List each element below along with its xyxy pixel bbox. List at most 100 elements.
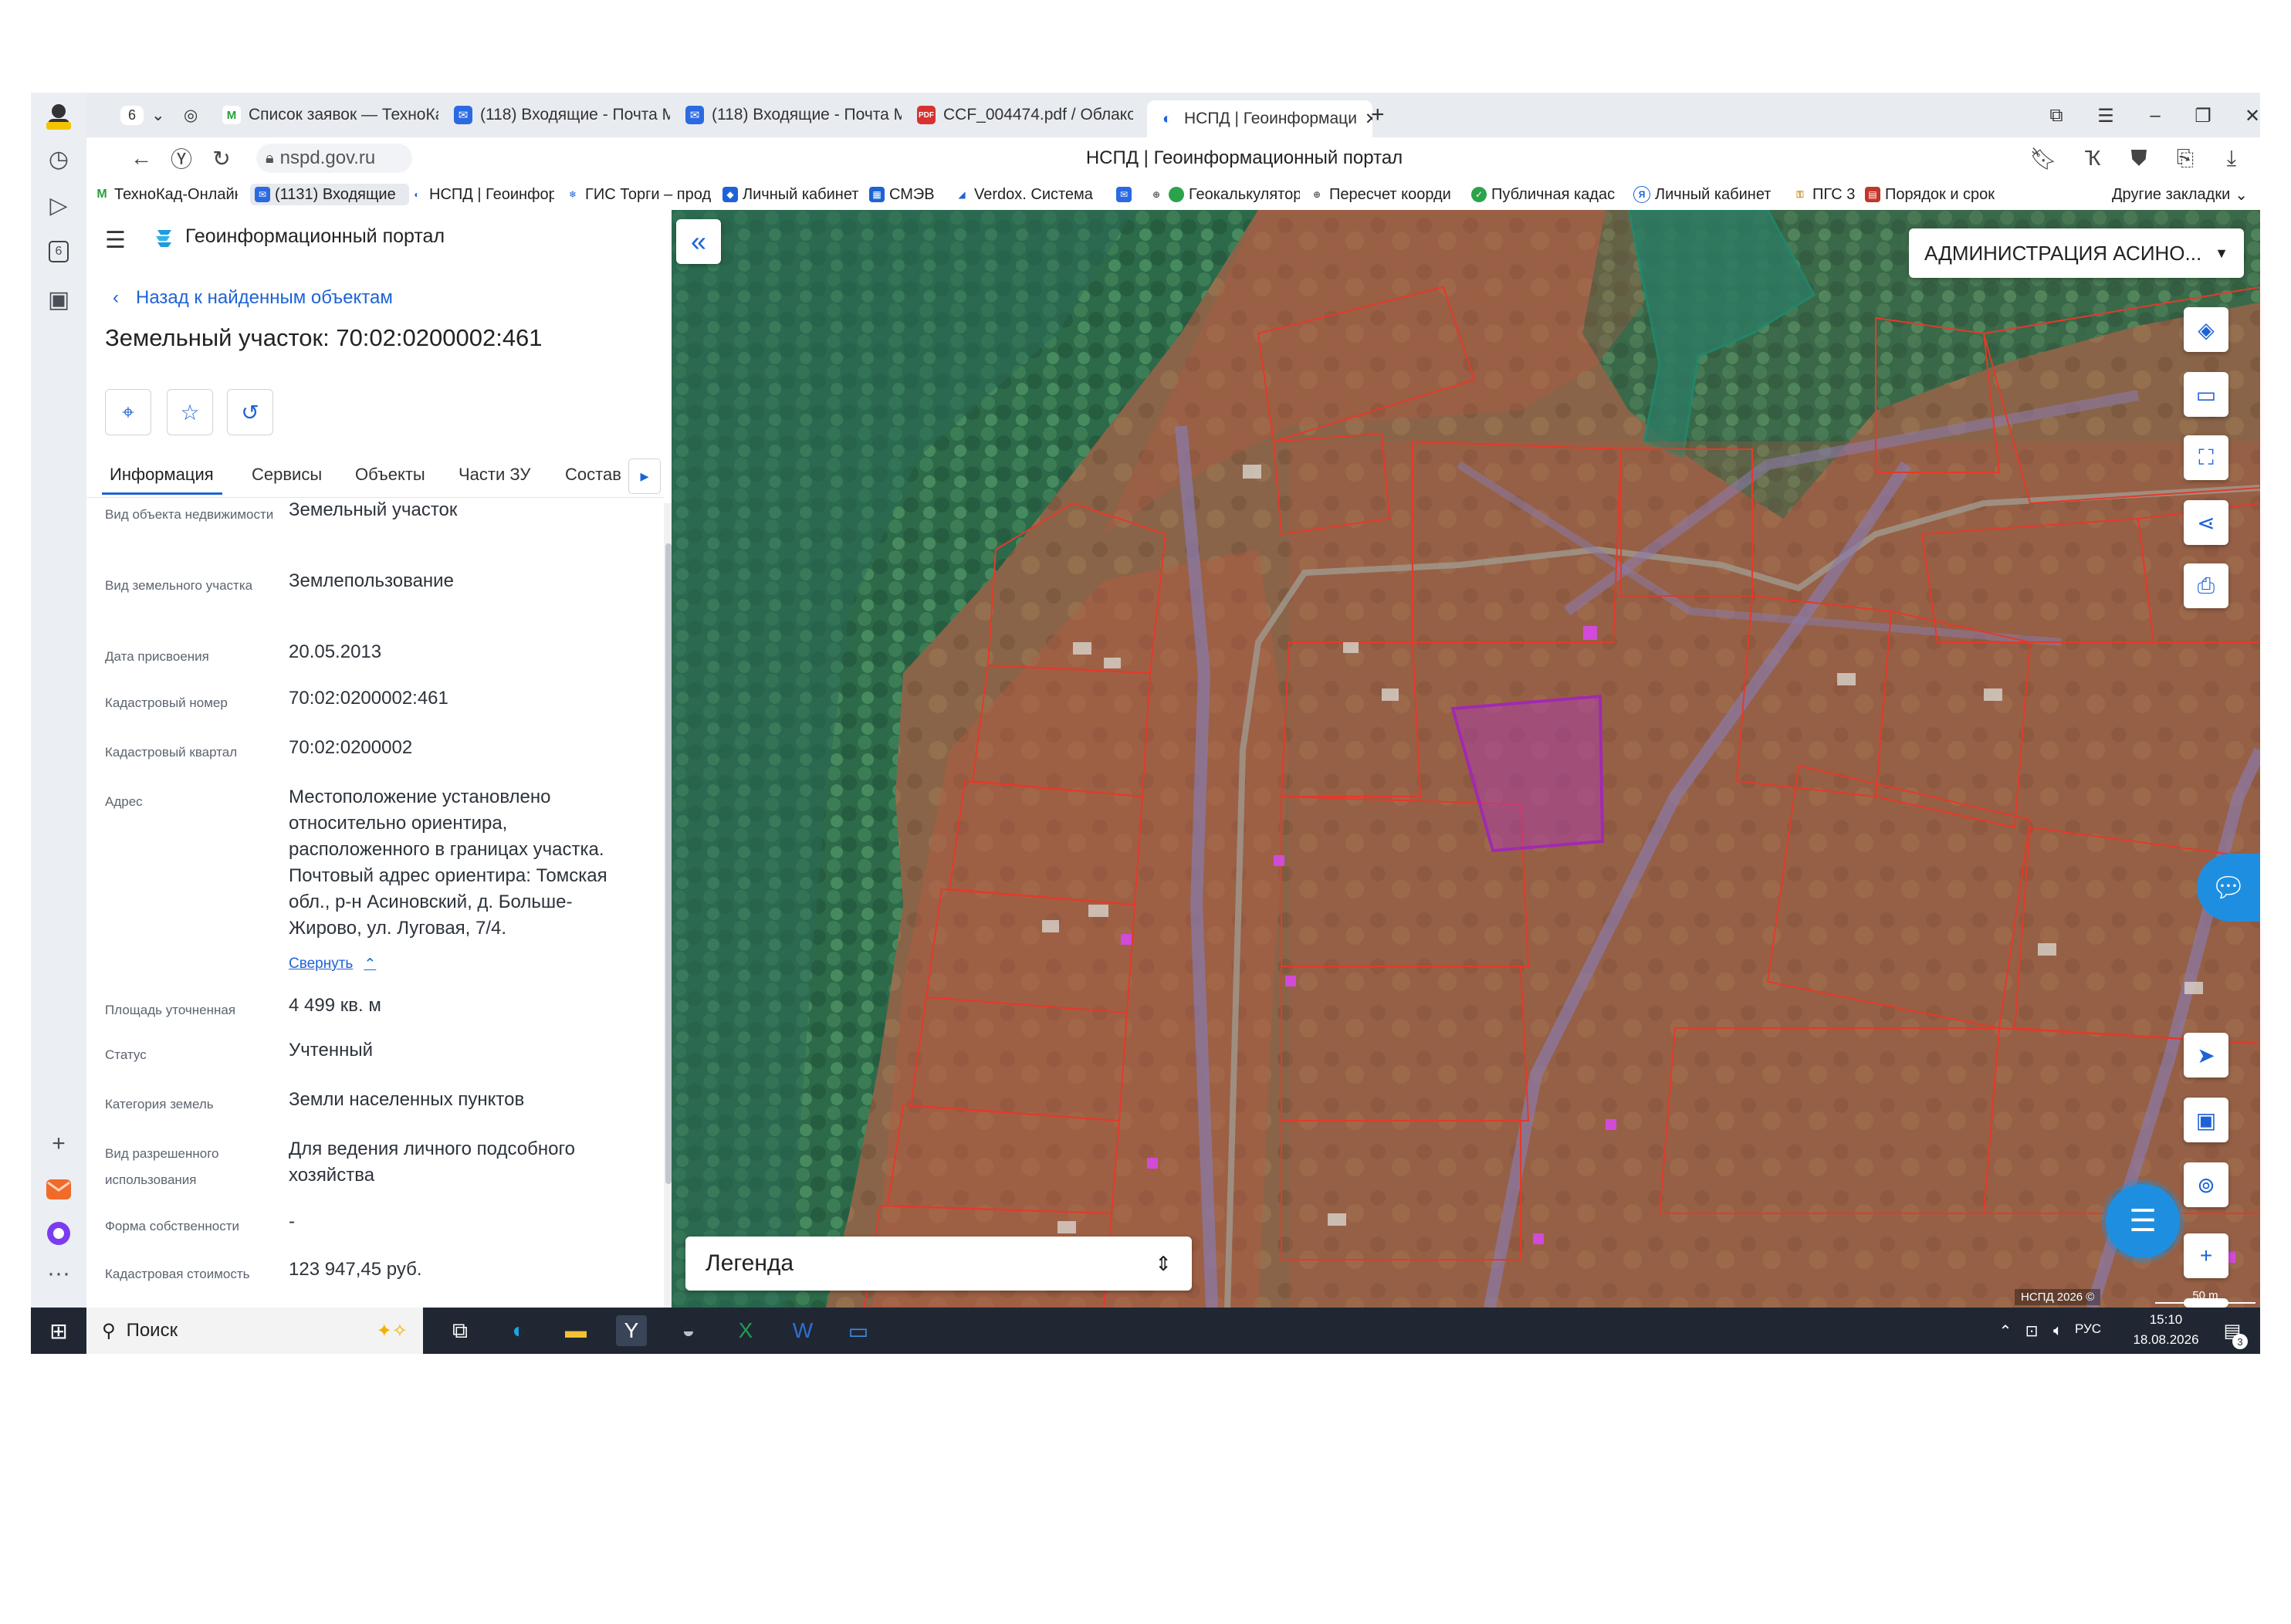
bookmark-item[interactable]: ✓ Публичная кадас bbox=[1471, 184, 1623, 205]
bookmark-item[interactable]: Я Личный кабинет bbox=[1633, 184, 1785, 205]
word-icon[interactable]: W bbox=[787, 1315, 818, 1346]
collapse-panel-button[interactable]: « bbox=[676, 219, 721, 264]
language-indicator[interactable]: РУС bbox=[2075, 1321, 2101, 1337]
downloads-icon[interactable]: ⤓ bbox=[2217, 144, 2246, 173]
locate-button[interactable]: ➤ bbox=[2184, 1033, 2228, 1078]
tab-mail-1[interactable]: ✉ (118) Входящие - Почта М bbox=[454, 99, 670, 131]
legend-panel[interactable]: Легенда ⇕ bbox=[685, 1237, 1192, 1291]
tab-information[interactable]: Информация bbox=[110, 465, 214, 485]
bookmark-item[interactable]: ⊕ Геокалькулятор bbox=[1149, 184, 1300, 205]
yandex-icon[interactable]: Ⓨ bbox=[167, 144, 196, 173]
select-area-icon: ⛶ bbox=[2198, 445, 2214, 469]
tab-services[interactable]: Сервисы bbox=[252, 465, 322, 485]
close-window-icon[interactable]: ✕ bbox=[2237, 100, 2260, 131]
app-window-icon[interactable]: ▭ bbox=[843, 1315, 874, 1346]
back-to-results-link[interactable]: ‹ Назад к найденным объектам bbox=[113, 287, 393, 309]
select-area-button[interactable]: ⛶ bbox=[2184, 435, 2228, 480]
shield-icon[interactable]: ◎ bbox=[184, 99, 207, 131]
back-icon[interactable]: ← bbox=[127, 144, 156, 173]
reload-icon[interactable]: ↻ bbox=[207, 144, 236, 173]
explorer-icon[interactable]: ▬ bbox=[560, 1315, 591, 1346]
tab-group-counter[interactable]: 6 ⌄ bbox=[120, 99, 165, 131]
favorite-button[interactable]: ☆ bbox=[167, 389, 213, 435]
mail-icon: ✉ bbox=[1116, 187, 1132, 202]
clock-time[interactable]: 15:10 bbox=[2127, 1312, 2205, 1328]
minimap-button[interactable]: ▣ bbox=[2184, 1098, 2228, 1142]
more-icon[interactable]: ··· bbox=[42, 1257, 76, 1291]
taskbar-search[interactable]: ⚲ Поиск ✦✧ bbox=[86, 1308, 423, 1354]
tabs-scroll-right-button[interactable]: ▸ bbox=[628, 458, 661, 494]
extension-doc-icon[interactable]: ⎘ bbox=[2171, 144, 2200, 173]
row-label: Категория земель bbox=[105, 1097, 214, 1111]
edge-icon[interactable]: ◐ bbox=[503, 1315, 534, 1346]
tab-technokad[interactable]: M Список заявок — ТехноКа bbox=[222, 99, 438, 131]
bookmark-item[interactable]: ❄ ГИС Торги – прод bbox=[565, 184, 712, 205]
screenshot-icon[interactable]: ▣ bbox=[42, 283, 76, 316]
restore-icon[interactable]: ❐ bbox=[2188, 100, 2218, 131]
bookmark-item[interactable]: ◐ НСПД | Геоинфор bbox=[409, 184, 554, 205]
history-button[interactable]: ↺ bbox=[227, 389, 273, 435]
bookmark-item[interactable]: ▤ Порядок и срок bbox=[1865, 184, 2008, 205]
excel-icon[interactable]: X bbox=[730, 1315, 761, 1346]
play-icon[interactable]: ▷ bbox=[42, 188, 76, 222]
bookmark-item[interactable]: M ТехноКад-Онлайн bbox=[94, 184, 238, 205]
bookmark-panel-icon[interactable]: ⧉ bbox=[2041, 100, 2072, 131]
task-view-icon[interactable]: ⧉ bbox=[445, 1315, 475, 1346]
page-title: НСПД | Геоинформационный портал bbox=[1085, 147, 1403, 168]
extension-shield-icon[interactable]: ⛊ bbox=[2124, 144, 2154, 173]
share-button[interactable]: ⋖ bbox=[2184, 500, 2228, 545]
chevron-down-icon: ⌄ bbox=[151, 106, 165, 124]
geo-search-button[interactable]: ⊚ bbox=[2184, 1162, 2228, 1207]
bookmark-label: Геокалькулятор bbox=[1189, 185, 1300, 203]
row-label: Статус bbox=[105, 1047, 147, 1062]
print-button[interactable]: ⎙ bbox=[2184, 563, 2228, 608]
tab-composition[interactable]: Состав bbox=[565, 465, 621, 485]
bookmark-item[interactable]: ▦ СМЭВ bbox=[869, 184, 946, 205]
url-field[interactable]: 🔒︎ nspd.gov.ru bbox=[256, 144, 412, 173]
admin-select[interactable]: АДМИНИСТРАЦИЯ АСИНО... ▼ bbox=[1909, 228, 2244, 278]
bookmark-icon[interactable]: 🔖︎ bbox=[2029, 144, 2058, 173]
bookmark-item[interactable]: ⚿ ПГС 3 bbox=[1792, 184, 1859, 205]
tab-nspd[interactable]: ◐ НСПД | Геоинформаци ✕ bbox=[1147, 100, 1372, 137]
tab-pdf[interactable]: PDF CCF_004474.pdf / Облако bbox=[917, 99, 1133, 131]
minimize-icon[interactable]: – bbox=[2140, 100, 2171, 131]
satellite-map[interactable] bbox=[672, 210, 2260, 1308]
tab-parts[interactable]: Части ЗУ bbox=[459, 465, 530, 485]
verdox-icon: ◢ bbox=[954, 187, 970, 202]
ruler-button[interactable]: ▭ bbox=[2184, 372, 2228, 417]
map-view[interactable]: « АДМИНИСТРАЦИЯ АСИНО... ▼ ◈ ▭ ⛶ ⋖ ⎙ 💬︎ … bbox=[672, 210, 2260, 1308]
key-icon: ⚿ bbox=[1792, 187, 1808, 202]
bookmark-item[interactable]: ✉ (1131) Входящие bbox=[250, 184, 409, 205]
tab-label: CCF_004474.pdf / Облако bbox=[943, 106, 1133, 123]
yandex-browser-icon[interactable]: Y bbox=[616, 1315, 647, 1346]
add-panel-icon[interactable]: + bbox=[42, 1127, 76, 1161]
extension-k-icon[interactable]: Ҡ bbox=[2078, 144, 2107, 173]
app-disk-icon[interactable]: ◒ bbox=[673, 1315, 704, 1346]
tabs-counter-icon[interactable]: 6 bbox=[42, 235, 76, 269]
other-bookmarks[interactable]: Другие закладки ⌄ bbox=[2112, 184, 2255, 205]
volume-icon[interactable]: 🔈︎ bbox=[2042, 1315, 2073, 1346]
menu-icon[interactable]: ☰ bbox=[2090, 100, 2121, 131]
bookmark-item[interactable]: ⊕ Пересчет коорди bbox=[1309, 184, 1460, 205]
new-tab-button[interactable]: + bbox=[1371, 99, 1402, 131]
tab-objects[interactable]: Объекты bbox=[355, 465, 425, 485]
bookmark-item[interactable]: ◆ Личный кабинет bbox=[722, 184, 861, 205]
profile-icon[interactable] bbox=[42, 99, 76, 133]
help-chat-tab[interactable]: 💬︎ bbox=[2197, 854, 2260, 922]
collapse-link[interactable]: Свернуть ⌃ bbox=[289, 956, 376, 973]
bookmark-item[interactable]: ✉ bbox=[1116, 184, 1139, 205]
panel-scrollbar-thumb[interactable] bbox=[665, 543, 672, 1184]
row-value: 4 499 кв. м bbox=[289, 995, 381, 1016]
layers-button[interactable]: ◈ bbox=[2184, 307, 2228, 352]
history-icon[interactable]: ◷ bbox=[42, 142, 76, 176]
chat-fab[interactable]: ☰ bbox=[2106, 1184, 2180, 1258]
mail-app-icon[interactable] bbox=[42, 1172, 76, 1206]
hamburger-menu-icon[interactable]: ☰ bbox=[105, 227, 126, 254]
search-on-map-button[interactable]: ⌖ bbox=[105, 389, 151, 435]
alice-icon[interactable] bbox=[42, 1216, 76, 1250]
clock-date[interactable]: 18.08.2026 bbox=[2127, 1332, 2205, 1348]
zoom-in-button[interactable]: + bbox=[2184, 1233, 2228, 1278]
windows-start-icon[interactable]: ⊞ bbox=[43, 1315, 74, 1346]
tab-mail-2[interactable]: ✉ (118) Входящие - Почта М bbox=[685, 99, 902, 131]
bookmark-item[interactable]: ◢ Verdox. Система bbox=[954, 184, 1105, 205]
